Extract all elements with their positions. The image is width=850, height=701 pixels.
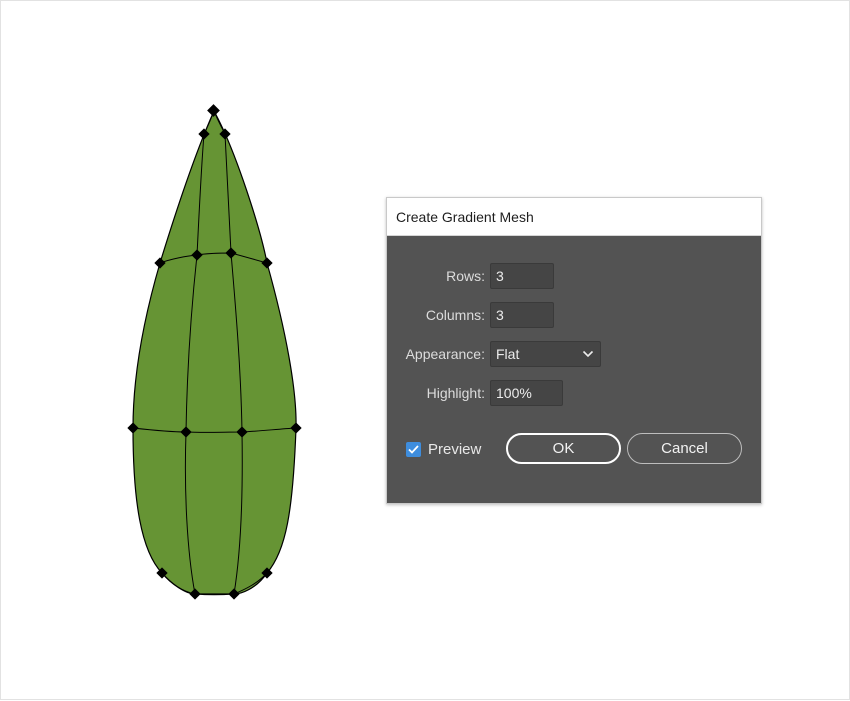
rows-input[interactable]: 3	[490, 263, 554, 289]
appearance-select[interactable]: Flat	[490, 341, 601, 367]
highlight-input[interactable]: 100%	[490, 380, 563, 406]
appearance-label: Appearance:	[405, 346, 485, 362]
columns-row: Columns: 3	[387, 302, 554, 328]
chevron-down-icon	[582, 350, 594, 358]
highlight-row: Highlight: 100%	[387, 380, 563, 406]
create-gradient-mesh-dialog: Create Gradient Mesh Rows: 3 Columns: 3 …	[386, 197, 762, 504]
preview-checkbox[interactable]	[406, 442, 421, 457]
anchor-point	[207, 104, 220, 117]
columns-label: Columns:	[425, 307, 485, 323]
leaf-shape	[132, 109, 297, 595]
ok-button[interactable]: OK	[506, 433, 621, 464]
cancel-button[interactable]: Cancel	[627, 433, 742, 464]
dialog-title: Create Gradient Mesh	[396, 208, 534, 225]
checkmark-icon	[408, 445, 419, 454]
dialog-titlebar[interactable]: Create Gradient Mesh	[387, 198, 761, 236]
rows-row: Rows: 3	[387, 263, 554, 289]
preview-toggle[interactable]: Preview	[406, 441, 481, 458]
highlight-label: Highlight:	[426, 385, 485, 401]
appearance-value: Flat	[496, 346, 520, 362]
columns-input[interactable]: 3	[490, 302, 554, 328]
appearance-row: Appearance: Flat	[387, 341, 601, 367]
preview-label: Preview	[428, 441, 482, 458]
rows-label: Rows:	[446, 268, 485, 284]
